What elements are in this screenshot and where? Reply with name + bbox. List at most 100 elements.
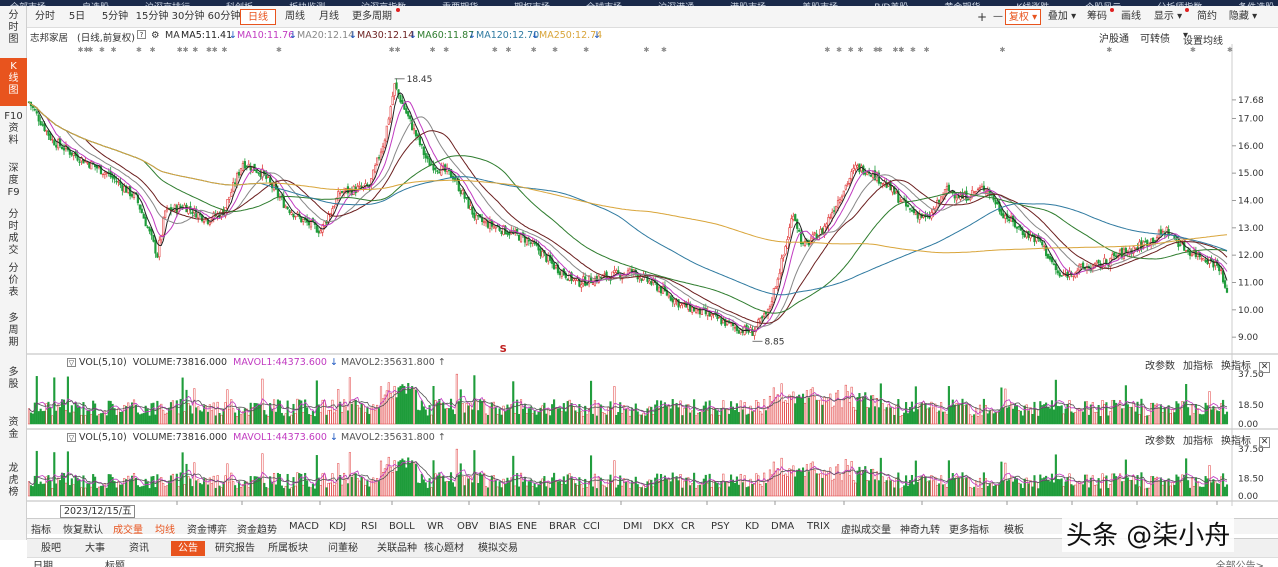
- indicator-19[interactable]: PSY: [711, 521, 730, 532]
- bottom-tab-5[interactable]: 所属板块: [263, 541, 313, 556]
- indicator-17[interactable]: DKX: [653, 521, 674, 532]
- help-icon[interactable]: ?: [137, 30, 146, 39]
- panel-toggle-icon[interactable]: ▽: [67, 433, 76, 442]
- indicator-5[interactable]: 资金趋势: [237, 521, 277, 536]
- indicator-4[interactable]: 资金博弈: [187, 521, 227, 536]
- sidebar-item-trades[interactable]: 分 时 成 交: [0, 209, 27, 259]
- bottom-tab-6[interactable]: 问董秘: [317, 541, 369, 556]
- simple-button[interactable]: 简约: [1193, 9, 1221, 25]
- sidebar-item-depth-f9[interactable]: 深 度 F9: [0, 163, 27, 203]
- candle-body: [720, 318, 723, 325]
- indicator-18[interactable]: CR: [681, 521, 695, 532]
- indicator-20[interactable]: KD: [745, 521, 759, 532]
- sidebar-item-dragon-tiger[interactable]: 龙 虎 榜: [0, 463, 27, 503]
- bottom-tab-4[interactable]: 研究报告: [211, 541, 259, 556]
- set-ma-link[interactable]: 设置均线 ▾: [1183, 30, 1223, 47]
- indicator-25[interactable]: 更多指标: [949, 521, 989, 536]
- add-indicator-button[interactable]: 加指标: [1183, 436, 1213, 447]
- indicator-21[interactable]: DMA: [771, 521, 794, 532]
- kline-chart-area[interactable]: 17.68 17.00 16.00 15.00 14.00 13.00 12.00 11.00…: [27, 44, 1278, 506]
- bottom-tab-9[interactable]: 模拟交易: [473, 541, 523, 556]
- adjust-button[interactable]: 复权 ▾: [1005, 9, 1041, 25]
- candle-body: [292, 213, 295, 218]
- candle-body: [891, 186, 894, 193]
- sidebar-item-f10[interactable]: F10 资 料: [0, 111, 27, 155]
- indicator-7[interactable]: KDJ: [329, 521, 346, 532]
- volume-bar: [323, 473, 326, 497]
- zoom-in-button[interactable]: +: [975, 9, 989, 25]
- edit-params-button[interactable]: 改参数: [1145, 361, 1175, 372]
- bottom-tab-7[interactable]: 关联品种: [377, 541, 417, 556]
- swap-indicator-button[interactable]: 换指标: [1221, 361, 1251, 372]
- overlay-button[interactable]: 叠加 ▾: [1045, 9, 1079, 25]
- volume-bar: [350, 403, 353, 425]
- indicator-24[interactable]: 神奇九转: [900, 521, 940, 536]
- period-weekly[interactable]: 周线: [281, 9, 309, 25]
- period-more[interactable]: 更多周期: [347, 8, 400, 25]
- hk-connect-link[interactable]: 沪股通: [1099, 30, 1129, 45]
- chips-button[interactable]: 筹码: [1083, 8, 1114, 25]
- period-monthly[interactable]: 月线: [315, 9, 343, 25]
- bottom-tab-1[interactable]: 大事: [77, 541, 113, 556]
- indicator-8[interactable]: RSI: [361, 521, 377, 532]
- edit-params-button[interactable]: 改参数: [1145, 436, 1175, 447]
- swap-indicator-button[interactable]: 换指标: [1221, 436, 1251, 447]
- volume-bar: [395, 470, 398, 497]
- period-timeshare[interactable]: 分时: [31, 9, 59, 25]
- down-arrow-icon: ↓: [330, 357, 338, 368]
- volume-bar: [249, 476, 252, 497]
- display-button[interactable]: 显示 ▾: [1150, 8, 1189, 25]
- draw-line-button[interactable]: 画线: [1117, 9, 1145, 25]
- bottom-tab-3[interactable]: 公告: [171, 541, 205, 556]
- panel-toggle-icon[interactable]: ▽: [67, 358, 76, 367]
- indicator-2[interactable]: 成交量: [113, 521, 143, 536]
- close-icon[interactable]: ✕: [1259, 437, 1270, 448]
- indicator-22[interactable]: TRIX: [807, 521, 830, 532]
- sidebar-item-multi-period[interactable]: 多 周 期: [0, 313, 27, 353]
- zoom-out-button[interactable]: —: [991, 9, 1005, 25]
- indicator-3[interactable]: 均线: [155, 521, 175, 536]
- indicator-10[interactable]: WR: [427, 521, 444, 532]
- indicator-9[interactable]: BOLL: [389, 521, 415, 532]
- period-daily[interactable]: 日线: [240, 9, 276, 25]
- hide-button[interactable]: 隐藏 ▾: [1225, 9, 1261, 25]
- add-indicator-button[interactable]: 加指标: [1183, 361, 1213, 372]
- period-30min[interactable]: 30分钟: [171, 9, 205, 25]
- indicator-23[interactable]: 虚拟成交量: [841, 521, 891, 536]
- all-notices-link[interactable]: 全部公告>: [1216, 557, 1264, 567]
- volume-bar: [263, 410, 266, 425]
- settings-icon[interactable]: ⚙: [151, 30, 160, 41]
- period-5min[interactable]: 5分钟: [99, 9, 131, 25]
- volume-bar: [395, 397, 398, 425]
- indicator-16[interactable]: DMI: [623, 521, 642, 532]
- indicator-26[interactable]: 模板: [1004, 521, 1024, 536]
- sidebar-item-capital[interactable]: 资 金: [0, 417, 27, 447]
- indicator-11[interactable]: OBV: [457, 521, 478, 532]
- period-60min[interactable]: 60分钟: [207, 9, 241, 25]
- bottom-tab-0[interactable]: 股吧: [33, 541, 69, 556]
- volume-bar: [284, 486, 287, 497]
- close-icon[interactable]: ✕: [1259, 362, 1270, 373]
- volume-bar: [92, 474, 95, 497]
- bottom-tab-2[interactable]: 资讯: [121, 541, 157, 556]
- bottom-tab-8[interactable]: 核心题材: [419, 541, 469, 556]
- period-5day[interactable]: 5日: [65, 9, 89, 25]
- sidebar-item-timeshare[interactable]: 分 时 图: [0, 10, 27, 54]
- convertible-bond-link[interactable]: 可转债: [1140, 30, 1170, 45]
- period-15min[interactable]: 15分钟: [135, 9, 169, 25]
- indicator-1[interactable]: 恢复默认: [63, 521, 103, 536]
- indicator-0[interactable]: 指标: [31, 521, 51, 536]
- sidebar-item-multi-stock[interactable]: 多 股: [0, 367, 27, 397]
- indicator-14[interactable]: BRAR: [549, 521, 576, 532]
- sidebar-item-kline[interactable]: K 线 图: [0, 58, 27, 106]
- indicator-13[interactable]: ENE: [517, 521, 537, 532]
- sidebar-item-price-table[interactable]: 分 价 表: [0, 263, 27, 303]
- volume-bar: [1146, 415, 1149, 425]
- indicator-12[interactable]: BIAS: [489, 521, 512, 532]
- indicator-6[interactable]: MACD: [289, 521, 319, 532]
- volume-bar: [86, 483, 89, 497]
- volume-bar: [862, 396, 865, 425]
- indicator-15[interactable]: CCI: [583, 521, 600, 532]
- volume-bar: [327, 482, 330, 497]
- volume-bar: [821, 404, 824, 425]
